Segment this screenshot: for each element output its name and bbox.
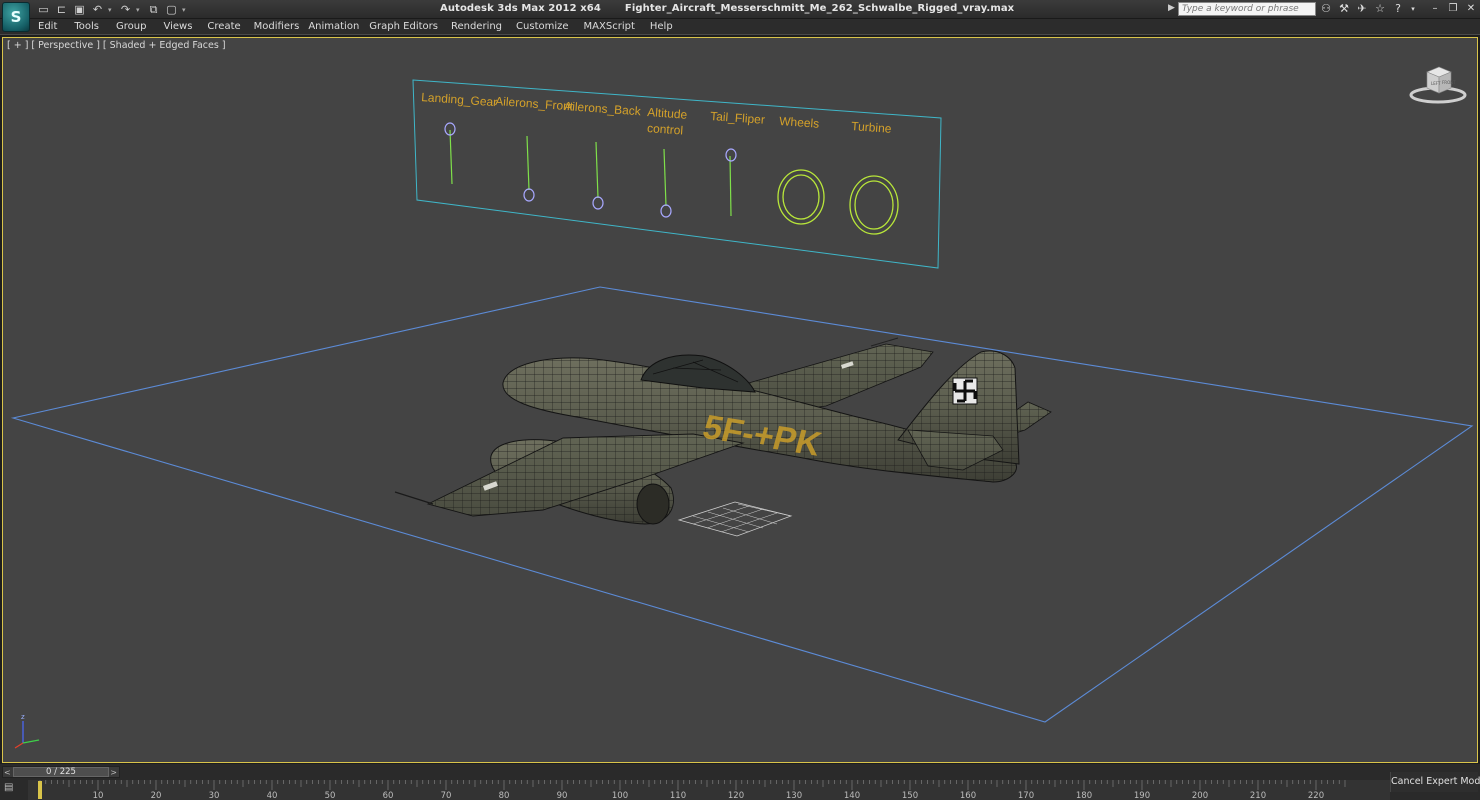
binoculars-search-icon[interactable]: ⚇ <box>1320 2 1332 16</box>
viewcube-front-face[interactable]: FRONT <box>1442 80 1456 85</box>
time-slider-thumb[interactable]: 0 / 225 <box>13 767 109 777</box>
quick-access-toolbar: ▭ ⊏ ▣ ↶ ▾ ↷ ▾ ⧉ ▢ ▾ <box>36 2 189 17</box>
menu-maxscript[interactable]: MAXScript <box>584 20 635 34</box>
new-file-icon[interactable]: ▭ <box>36 3 51 17</box>
rig-label-turbine: Turbine <box>851 119 892 136</box>
menu-create[interactable]: Create <box>207 20 240 34</box>
perspective-viewport[interactable]: [ + ] [ Perspective ] [ Shaded + Edged F… <box>2 37 1478 763</box>
menu-modifiers[interactable]: Modifiers <box>254 20 300 34</box>
wheels-dial[interactable] <box>777 169 825 225</box>
time-slider[interactable]: < 0 / 225 > <box>2 766 120 778</box>
application-button[interactable]: S <box>2 2 30 32</box>
viewcube-left-face[interactable]: LEFT <box>1431 81 1441 86</box>
ruler-tick-label: 120 <box>728 791 744 800</box>
aircraft-model[interactable]: 5F-+PK <box>394 337 1052 537</box>
ruler-tick-label: 30 <box>209 791 220 800</box>
save-file-icon[interactable]: ▣ <box>72 3 87 17</box>
ruler-tick-label: 140 <box>844 791 860 800</box>
ruler-tick-label: 220 <box>1308 791 1324 800</box>
keyword-search-input[interactable] <box>1178 2 1316 16</box>
rig-control-panel[interactable]: Landing_Gear Ailerons_Front Ailerons_Bac… <box>412 79 942 269</box>
customize-toolbar-icon[interactable]: ▾ <box>182 3 189 17</box>
redo-dropdown-icon[interactable]: ▾ <box>136 3 143 17</box>
menu-bar: Edit Tools Group Views Create Modifiers … <box>0 19 1480 35</box>
altitude-control-slider-handle[interactable] <box>660 204 672 218</box>
subscription-icon[interactable]: ⚒ <box>1338 2 1350 16</box>
menu-customize[interactable]: Customize <box>516 20 569 34</box>
rig-label-ailerons-front: Ailerons_Front <box>495 94 574 113</box>
menu-edit[interactable]: Edit <box>38 20 57 34</box>
infocenter-expand-icon[interactable]: ▶ <box>1168 3 1175 13</box>
minimize-icon[interactable]: – <box>1430 2 1440 16</box>
rig-label-tail-fliper: Tail_Fliper <box>710 109 766 127</box>
open-file-icon[interactable]: ⊏ <box>54 3 69 17</box>
redo-icon[interactable]: ↷ <box>118 3 133 17</box>
menu-group[interactable]: Group <box>116 20 146 34</box>
app-name: Autodesk 3ds Max 2012 x64 <box>440 3 601 14</box>
project-folder-icon[interactable]: ▢ <box>164 3 179 17</box>
ruler-tick-label: 210 <box>1250 791 1266 800</box>
time-next-button[interactable]: > <box>110 767 117 778</box>
hold-icon[interactable]: ⧉ <box>146 3 161 17</box>
viewport-scene: Landing_Gear Ailerons_Front Ailerons_Bac… <box>10 79 1474 749</box>
rig-label-wheels: Wheels <box>779 114 820 131</box>
rig-label-altitude-control: Altitudecontrol <box>646 105 688 138</box>
time-prev-button[interactable]: < <box>4 767 11 778</box>
ruler-tick-label: 60 <box>383 791 394 800</box>
file-name: Fighter_Aircraft_Messerschmitt_Me_262_Sc… <box>624 3 1015 14</box>
menu-graph-editors[interactable]: Graph Editors <box>369 20 438 34</box>
tail-fliper-slider-handle[interactable] <box>725 148 737 162</box>
ruler-tick-label: 160 <box>960 791 976 800</box>
menu-help[interactable]: Help <box>650 20 673 34</box>
grid-helper[interactable] <box>677 501 793 537</box>
ruler-tick-label: 50 <box>325 791 336 800</box>
restore-icon[interactable]: ❐ <box>1448 2 1458 16</box>
rig-label-landing-gear: Landing_Gear <box>421 90 498 109</box>
ruler-tick-label: 200 <box>1192 791 1208 800</box>
ailerons-front-slider-handle[interactable] <box>523 188 535 202</box>
ailerons-back-slider-handle[interactable] <box>592 196 604 210</box>
ruler-tick-label: 150 <box>902 791 918 800</box>
close-icon[interactable]: ✕ <box>1466 2 1476 16</box>
cancel-expert-mode-button[interactable]: Cancel Expert Mode <box>1390 772 1480 792</box>
ruler-tick-label: 100 <box>612 791 628 800</box>
rig-label-ailerons-back: Ailerons_Back <box>564 99 642 118</box>
menu-rendering[interactable]: Rendering <box>451 20 502 34</box>
undo-dropdown-icon[interactable]: ▾ <box>108 3 115 17</box>
viewcube[interactable]: LEFT FRONT <box>1407 64 1467 104</box>
undo-icon[interactable]: ↶ <box>90 3 105 17</box>
ruler-tick-label: 180 <box>1076 791 1092 800</box>
axis-tripod: z <box>14 713 40 749</box>
ground-plane[interactable] <box>10 286 1474 723</box>
menu-views[interactable]: Views <box>163 20 192 34</box>
communication-icon[interactable]: ✈ <box>1356 2 1368 16</box>
ruler-tick-label: 20 <box>151 791 162 800</box>
ruler-tick-label: 70 <box>441 791 452 800</box>
ruler-tick-label: 80 <box>499 791 510 800</box>
current-frame-marker[interactable] <box>38 781 42 799</box>
ruler-tick-label: 170 <box>1018 791 1034 800</box>
track-bar[interactable]: 10 20 30 40 50 60 70 80 90 100 110 120 130 140 150 160 1… <box>0 780 1390 800</box>
turbine-dial[interactable] <box>849 175 899 235</box>
help-dropdown-icon[interactable]: ▾ <box>1410 2 1416 16</box>
ruler-tick-label: 40 <box>267 791 278 800</box>
ruler-tick-label: 10 <box>93 791 104 800</box>
ruler-tick-label: 130 <box>786 791 802 800</box>
menu-animation[interactable]: Animation <box>308 20 359 34</box>
favorites-star-icon[interactable]: ☆ <box>1374 2 1386 16</box>
window-title: Autodesk 3ds Max 2012 x64 Fighter_Aircraf… <box>440 3 1040 14</box>
help-icon[interactable]: ? <box>1392 2 1404 16</box>
svg-text:z: z <box>21 713 25 721</box>
timeline-area: < 0 / 225 > ▤ 10 20 30 40 50 60 70 80 90 100 110 12… <box>0 764 1480 800</box>
ruler-tick-label: 190 <box>1134 791 1150 800</box>
title-bar: S ▭ ⊏ ▣ ↶ ▾ ↷ ▾ ⧉ ▢ ▾ Autodesk 3ds Max 2… <box>0 0 1480 32</box>
ruler-tick-label: 110 <box>670 791 686 800</box>
ruler-tick-label: 90 <box>557 791 568 800</box>
menu-tools[interactable]: Tools <box>74 20 99 34</box>
